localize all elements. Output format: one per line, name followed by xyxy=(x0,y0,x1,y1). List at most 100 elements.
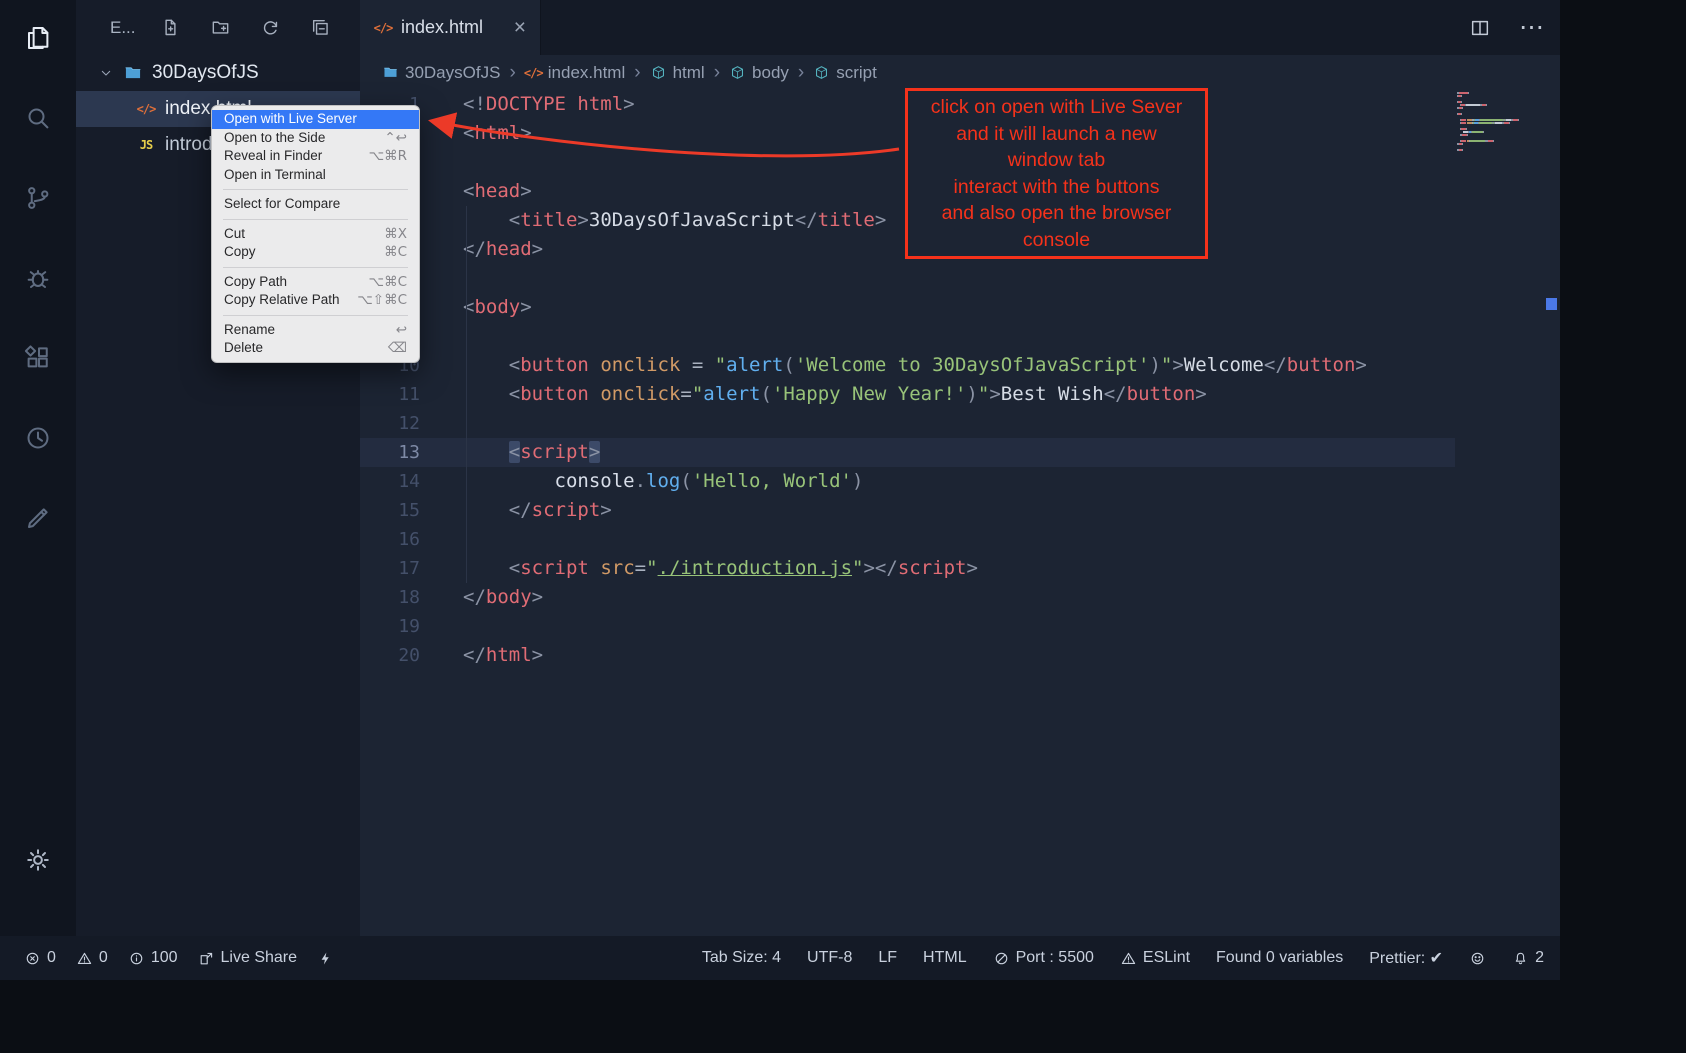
code-line-19[interactable]: 19 xyxy=(360,612,1455,641)
code-line-14[interactable]: 14 console.log('Hello, World') xyxy=(360,467,1455,496)
breadcrumb-script[interactable]: script xyxy=(813,63,877,83)
menu-item-shortcut: ⌫ xyxy=(388,340,407,357)
menu-item-label: Open in Terminal xyxy=(224,167,326,184)
split-editor-icon[interactable] xyxy=(1469,17,1491,39)
code-line-8[interactable]: 8<body> xyxy=(360,293,1455,322)
menu-item-shortcut: ⌃↩ xyxy=(384,130,407,147)
status-errors[interactable]: 0 xyxy=(24,949,56,967)
line-content: <!DOCTYPE html> xyxy=(420,90,635,119)
menu-item-rename[interactable]: Rename↩ xyxy=(212,321,419,340)
breadcrumb: 30DaysOfJS›</>index.html›html›body›scrip… xyxy=(360,55,1560,90)
menu-separator xyxy=(223,219,408,220)
menu-item-reveal-in-finder[interactable]: Reveal in Finder⌥⌘R xyxy=(212,147,419,166)
menu-item-open-in-terminal[interactable]: Open in Terminal xyxy=(212,166,419,185)
activity-search[interactable] xyxy=(22,102,54,134)
folder-icon xyxy=(382,64,399,81)
menu-item-label: Delete xyxy=(224,340,263,357)
menu-item-copy-path[interactable]: Copy Path⌥⌘C xyxy=(212,273,419,292)
warning-icon xyxy=(76,950,93,967)
refresh-button[interactable] xyxy=(260,17,282,39)
code-line-13[interactable]: 13 <script> xyxy=(360,438,1455,467)
breadcrumb-index-html[interactable]: </>index.html xyxy=(525,63,625,83)
menu-item-copy[interactable]: Copy⌘C xyxy=(212,243,419,262)
menu-item-label: Open with Live Server xyxy=(224,111,357,128)
status-port[interactable]: Port : 5500 xyxy=(993,949,1094,967)
html-file-icon: </> xyxy=(525,64,542,81)
activity-explorer[interactable] xyxy=(22,22,54,54)
breadcrumb-body[interactable]: body xyxy=(729,63,789,83)
line-content: <body> xyxy=(420,293,532,322)
extensions-icon xyxy=(23,343,53,373)
line-number: 19 xyxy=(360,612,420,641)
status-warnings[interactable]: 0 xyxy=(76,949,108,967)
code-line-18[interactable]: 18</body> xyxy=(360,583,1455,612)
breadcrumb-html[interactable]: html xyxy=(650,63,705,83)
status-feedback-smiley[interactable] xyxy=(1469,950,1486,967)
line-content xyxy=(420,264,463,293)
menu-item-open-to-the-side[interactable]: Open to the Side ⌃↩ xyxy=(212,129,419,148)
code-line-11[interactable]: 11 <button onclick="alert('Happy New Yea… xyxy=(360,380,1455,409)
minimap[interactable] xyxy=(1457,92,1545,152)
new-file-button[interactable] xyxy=(160,17,182,39)
menu-item-shortcut: ⌘X xyxy=(384,226,407,243)
more-actions-icon[interactable]: ⋯ xyxy=(1519,15,1544,40)
folder-30daysofjs[interactable]: 30DaysOfJS xyxy=(76,55,360,91)
activity-extensions[interactable] xyxy=(22,342,54,374)
line-number: 16 xyxy=(360,525,420,554)
activity-run-debug[interactable] xyxy=(22,262,54,294)
new-folder-button[interactable] xyxy=(210,17,232,39)
activity-history[interactable] xyxy=(22,422,54,454)
status-variables[interactable]: Found 0 variables xyxy=(1216,949,1343,967)
status-bar: 0 0 100 Live Share Tab Size: 4 UTF-8 LF HTML Po… xyxy=(0,936,1560,980)
status-label: 100 xyxy=(151,949,178,967)
activity-settings[interactable] xyxy=(22,844,54,876)
code-line-20[interactable]: 20</html> xyxy=(360,641,1455,670)
menu-item-label: Cut xyxy=(224,226,245,243)
menu-item-delete[interactable]: Delete ⌫ xyxy=(212,339,419,358)
status-lightning[interactable] xyxy=(317,950,334,967)
bell-icon xyxy=(1512,950,1529,967)
activity-source-control[interactable] xyxy=(22,182,54,214)
status-prettier[interactable]: Prettier: ✔ xyxy=(1369,948,1443,968)
status-eol[interactable]: LF xyxy=(878,949,897,967)
code-line-17[interactable]: 17 <script src="./introduction.js"></scr… xyxy=(360,554,1455,583)
status-info[interactable]: 100 xyxy=(128,949,178,967)
menu-separator xyxy=(223,267,408,268)
status-eslint[interactable]: ESLint xyxy=(1120,949,1190,967)
activity-feedback[interactable] xyxy=(22,502,54,534)
status-live-share[interactable]: Live Share xyxy=(198,949,298,967)
close-tab-icon[interactable]: × xyxy=(514,17,526,38)
annotation-line: console xyxy=(914,227,1199,254)
status-language-mode[interactable]: HTML xyxy=(923,949,967,967)
menu-item-copy-relative-path[interactable]: Copy Relative Path⌥⇧⌘C xyxy=(212,291,419,310)
code-line-7[interactable]: 7 xyxy=(360,264,1455,293)
breadcrumb-30daysofjs[interactable]: 30DaysOfJS xyxy=(382,63,500,83)
menu-item-cut[interactable]: Cut ⌘X xyxy=(212,225,419,244)
menu-item-open-with-live-server[interactable]: Open with Live Server xyxy=(212,110,419,129)
collapse-all-button[interactable] xyxy=(310,17,332,39)
code-line-9[interactable]: 9 xyxy=(360,322,1455,351)
code-line-10[interactable]: 10 <button onclick = "alert('Welcome to … xyxy=(360,351,1455,380)
menu-item-select-for-compare[interactable]: Select for Compare xyxy=(212,195,419,214)
activity-bar xyxy=(0,0,76,936)
annotation-box: click on open with Live Severand it will… xyxy=(905,88,1208,259)
status-notifications[interactable]: 2 xyxy=(1512,949,1544,967)
context-menu: Open with Live ServerOpen to the Side⌃↩R… xyxy=(211,105,420,363)
menu-item-label: Open to the Side xyxy=(224,130,325,147)
info-icon xyxy=(128,950,145,967)
code-line-16[interactable]: 16 xyxy=(360,525,1455,554)
status-encoding[interactable]: UTF-8 xyxy=(807,949,852,967)
status-label: Tab Size: 4 xyxy=(702,949,781,967)
line-number: 18 xyxy=(360,583,420,612)
line-content: </body> xyxy=(420,583,543,612)
code-line-15[interactable]: 15 </script> xyxy=(360,496,1455,525)
scrollbar-marker[interactable] xyxy=(1546,298,1557,310)
explorer-icon xyxy=(23,23,53,53)
status-tab-size[interactable]: Tab Size: 4 xyxy=(702,949,781,967)
code-line-12[interactable]: 12 xyxy=(360,409,1455,438)
tab-index-html[interactable]: </> index.html × xyxy=(360,0,541,55)
status-label: 0 xyxy=(47,949,56,967)
new-file-icon xyxy=(160,17,181,38)
tab-bar: </> index.html × ⋯ xyxy=(360,0,1560,55)
line-number: 14 xyxy=(360,467,420,496)
